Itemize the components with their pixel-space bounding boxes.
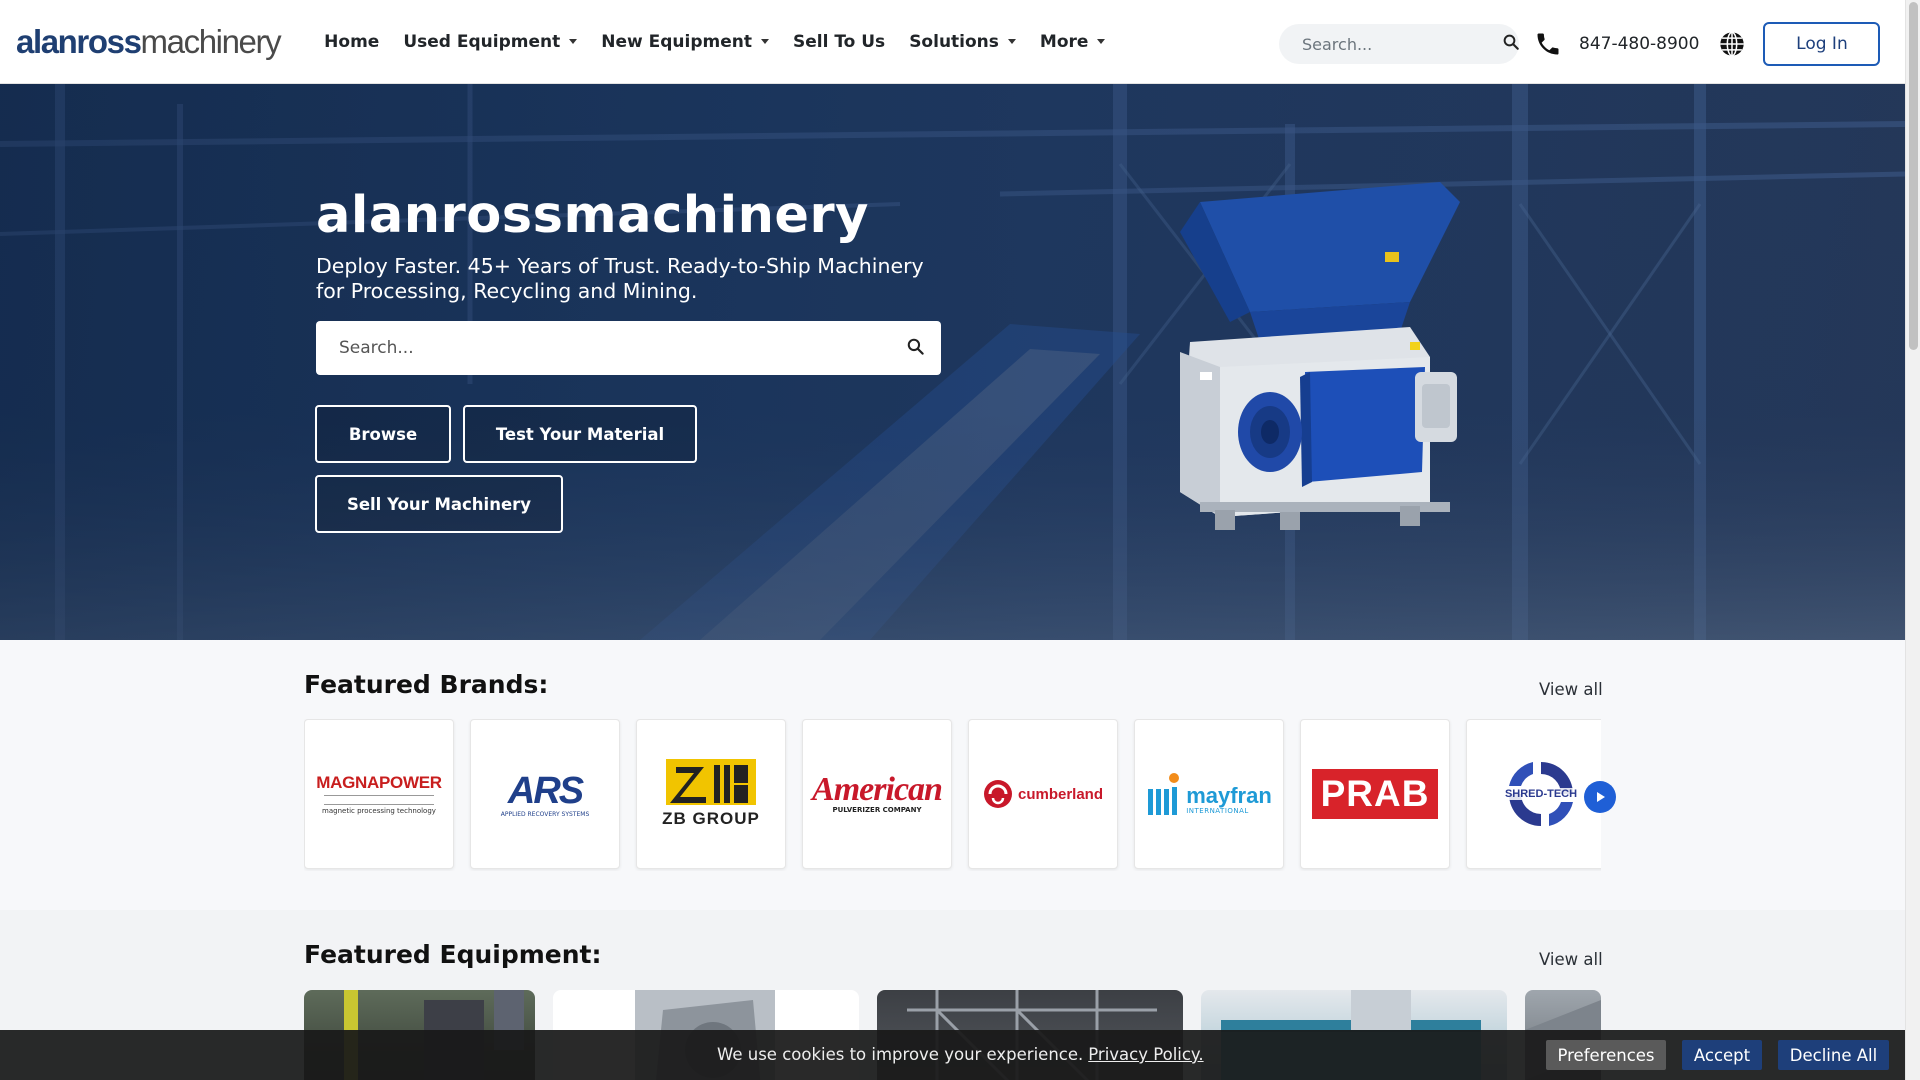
hero-subtitle: Deploy Faster. 45+ Years of Trust. Ready… — [316, 254, 924, 303]
brand-card-ars[interactable]: ARS APPLIED RECOVERY SYSTEMS — [470, 719, 620, 869]
hero-search — [316, 321, 941, 375]
nav-new-equipment-label: New Equipment — [601, 31, 752, 52]
logo-rest-text: machinery — [140, 22, 282, 60]
brand-name: ARS — [507, 769, 584, 812]
featured-brands-section: Featured Brands: View all MAGNAPOWER mag… — [0, 640, 1905, 910]
brand-card-shred-tech[interactable]: SHRED-TECH — [1466, 719, 1601, 869]
zb-group-mark — [665, 759, 756, 805]
brand-name: ZB GROUP — [662, 809, 760, 828]
hero-background-image — [0, 84, 1905, 640]
caret-down-icon — [760, 39, 769, 44]
nav-sell-to-us[interactable]: Sell To Us — [781, 32, 897, 52]
page-scrollbar[interactable] — [1905, 0, 1920, 1080]
brand-logo-zb-group: ZB GROUP — [662, 759, 760, 829]
brand-logo-mayfran: mayfran INTERNATIONAL — [1146, 773, 1272, 815]
brand-logo-prab: PRAB — [1311, 769, 1439, 819]
phone-icon[interactable] — [1533, 29, 1563, 59]
brand-logo-shred-tech: SHRED-TECH — [1496, 756, 1586, 832]
phone-number[interactable]: 847-480-8900 — [1579, 34, 1699, 54]
cookie-consent-bar: We use cookies to improve your experienc… — [0, 1030, 1905, 1080]
nav-more[interactable]: More — [1028, 32, 1118, 52]
cookie-message: We use cookies to improve your experienc… — [717, 1045, 1204, 1064]
brand-name: PRAB — [1320, 773, 1430, 814]
carousel-next-button[interactable] — [1584, 781, 1616, 813]
play-arrow-icon — [1597, 792, 1605, 802]
hero-title: alanrossmachinery — [316, 186, 869, 245]
nav-more-label: More — [1039, 31, 1089, 52]
nav-solutions[interactable]: Solutions — [897, 32, 1028, 52]
brand-card-cumberland[interactable]: cumberland — [968, 719, 1118, 869]
cumberland-mark — [983, 780, 1012, 808]
globe-icon[interactable] — [1717, 29, 1747, 59]
scrollbar-thumb[interactable] — [1909, 2, 1918, 350]
privacy-policy-link[interactable]: Privacy Policy. — [1088, 1045, 1203, 1064]
brand-logo-cumberland: cumberland — [983, 779, 1103, 809]
search-icon[interactable] — [1502, 33, 1520, 55]
nav-used-equipment-label: Used Equipment — [403, 31, 561, 52]
brand-logo-ars: ARS APPLIED RECOVERY SYSTEMS — [501, 771, 590, 818]
nav-home[interactable]: Home — [312, 32, 391, 52]
nav-utilities: 847-480-8900 Log In — [1279, 22, 1881, 66]
brand-name: SHRED-TECH — [1503, 788, 1579, 800]
brand-name: mayfran — [1186, 783, 1272, 808]
cookie-accept-button[interactable]: Accept — [1682, 1040, 1762, 1070]
brands-view-all-link[interactable]: View all — [1539, 680, 1603, 699]
brand-card-magnapower[interactable]: MAGNAPOWER magnetic processing technolog… — [304, 719, 454, 869]
cookie-text: We use cookies to improve your experienc… — [717, 1045, 1084, 1064]
brand-tagline: INTERNATIONAL — [1186, 807, 1249, 815]
nav-home-label: Home — [324, 31, 380, 52]
header-search — [1279, 24, 1519, 64]
equipment-view-all-link[interactable]: View all — [1539, 950, 1603, 969]
cookie-preferences-button[interactable]: Preferences — [1546, 1040, 1666, 1070]
brand-logo-magnapower: MAGNAPOWER magnetic processing technolog… — [316, 773, 442, 815]
main-nav: Home Used Equipment New Equipment Sell T… — [312, 32, 1117, 52]
search-icon[interactable] — [906, 337, 925, 360]
header-search-input[interactable] — [1302, 34, 1502, 54]
brand-logo-american-pulverizer: American PULVERIZER COMPANY — [812, 771, 943, 815]
mayfran-mark — [1148, 773, 1180, 815]
nav-solutions-label: Solutions — [909, 31, 999, 52]
sell-your-machinery-button[interactable]: Sell Your Machinery — [315, 475, 563, 533]
hero-search-input[interactable] — [339, 338, 906, 358]
brand-name: American — [812, 771, 943, 808]
mayfran-text: mayfran INTERNATIONAL — [1186, 783, 1272, 816]
brands-carousel: MAGNAPOWER magnetic processing technolog… — [304, 719, 1601, 871]
nav-sell-to-us-label: Sell To Us — [792, 31, 886, 52]
test-your-material-button[interactable]: Test Your Material — [463, 405, 697, 463]
nav-new-equipment[interactable]: New Equipment — [589, 32, 781, 52]
caret-down-icon — [1007, 39, 1016, 44]
brand-card-mayfran[interactable]: mayfran INTERNATIONAL — [1134, 719, 1284, 869]
featured-equipment-title: Featured Equipment: — [304, 940, 602, 969]
nav-used-equipment[interactable]: Used Equipment — [391, 32, 589, 52]
logo-bold-text: alanross — [16, 22, 142, 60]
shredder-machine-image — [1180, 182, 1460, 530]
cookie-decline-all-button[interactable]: Decline All — [1778, 1040, 1889, 1070]
site-logo[interactable]: alanrossmachinery — [16, 22, 282, 61]
brand-name: MAGNAPOWER — [316, 773, 442, 792]
brand-card-zb-group[interactable]: ZB GROUP — [636, 719, 786, 869]
brand-tagline: magnetic processing technology — [322, 807, 436, 815]
magnapower-swoosh — [324, 795, 434, 805]
login-button[interactable]: Log In — [1763, 22, 1881, 66]
hero-banner: alanrossmachinery Deploy Faster. 45+ Yea… — [0, 84, 1905, 640]
brand-tagline: APPLIED RECOVERY SYSTEMS — [500, 810, 590, 818]
featured-brands-title: Featured Brands: — [304, 670, 549, 699]
top-navbar: alanrossmachinery Home Used Equipment Ne… — [0, 0, 1905, 84]
browse-button[interactable]: Browse — [315, 405, 451, 463]
brand-card-american-pulverizer[interactable]: American PULVERIZER COMPANY — [802, 719, 952, 869]
brand-name: cumberland — [1017, 785, 1104, 803]
caret-down-icon — [1097, 39, 1106, 44]
caret-down-icon — [569, 39, 578, 44]
brand-card-prab[interactable]: PRAB — [1300, 719, 1450, 869]
